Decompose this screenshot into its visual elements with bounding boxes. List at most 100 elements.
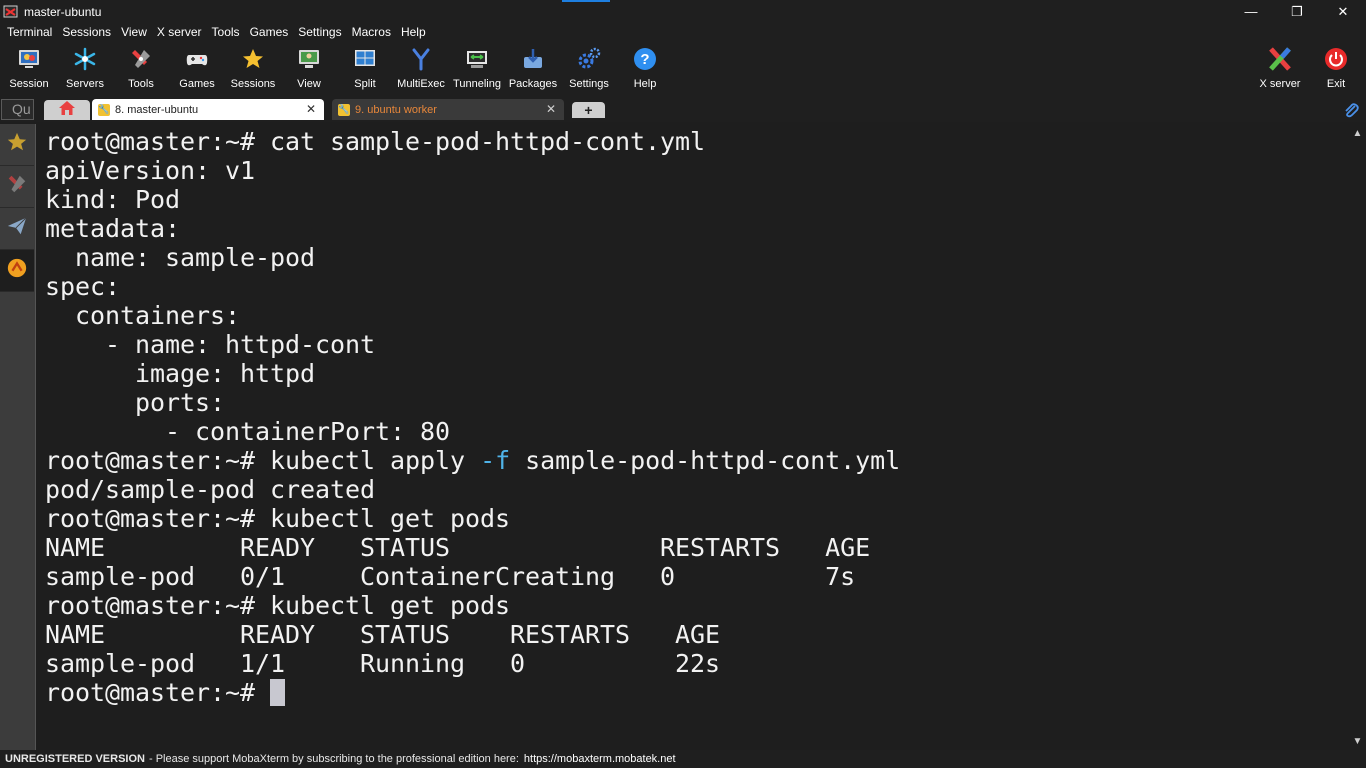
terminal-line: - name: httpd-cont xyxy=(45,330,376,359)
menu-settings[interactable]: Settings xyxy=(293,23,346,42)
terminal-line: pod/sample-pod created xyxy=(45,475,376,504)
close-tab-button[interactable]: ✕ xyxy=(546,102,556,116)
sessions-side-button[interactable] xyxy=(0,124,34,166)
xserver-label: X server xyxy=(1259,78,1301,90)
terminal-scrollbar[interactable]: ▲ ▼ xyxy=(1349,124,1366,750)
mobatek-link[interactable]: https://mobaxterm.mobatek.net xyxy=(524,753,676,765)
terminal-line: kind: Pod xyxy=(45,185,181,214)
macros-side-button[interactable] xyxy=(0,250,34,292)
terminal-line: sample-pod 0/1 ContainerCreating 0 7s xyxy=(45,562,856,591)
terminal-line: spec: xyxy=(45,272,121,301)
gear-icon xyxy=(576,46,602,72)
menu-tools[interactable]: Tools xyxy=(207,23,245,42)
scroll-up-icon[interactable]: ▲ xyxy=(1349,126,1366,140)
terminal-line: root@master:~# kubectl apply -f sample-p… xyxy=(45,446,1349,475)
terminal-line: image: httpd xyxy=(45,359,316,388)
sessions-button[interactable]: Sessions xyxy=(224,44,282,96)
multiexec-button[interactable]: MultiExec xyxy=(392,44,450,96)
title-bar: master-ubuntu — ❐ ✕ xyxy=(0,0,1366,23)
session-button[interactable]: Session xyxy=(0,44,58,96)
command-flag: -f xyxy=(480,446,511,475)
tunneling-button[interactable]: Tunneling xyxy=(448,44,506,96)
terminal-line: sample-pod 1/1 Running 0 22s xyxy=(45,649,721,678)
view-button[interactable]: View xyxy=(280,44,338,96)
status-bar: UNREGISTERED VERSION - Please support Mo… xyxy=(0,750,1366,768)
xserver-button[interactable]: X server xyxy=(1251,44,1309,96)
packages-icon xyxy=(520,46,546,72)
close-tab-button[interactable]: ✕ xyxy=(306,102,316,116)
session-icon xyxy=(16,46,42,72)
terminal-line: - containerPort: 80 xyxy=(45,417,451,446)
mobaxterm-logo-icon xyxy=(3,4,19,20)
menu-macros[interactable]: Macros xyxy=(347,23,396,42)
help-label: Help xyxy=(633,78,657,90)
menu-bar: Terminal Sessions View X server Tools Ga… xyxy=(0,23,1366,42)
terminal-line: NAME READY STATUS RESTARTS AGE xyxy=(45,620,721,649)
home-tab[interactable] xyxy=(44,100,90,120)
terminal-line: root@master:~# kubectl get pods xyxy=(45,504,511,533)
tab-label: 9. ubuntu worker xyxy=(355,103,437,116)
tab-bar: Qu 🔧 8. master-ubuntu ✕ 🔧 9. ubuntu work… xyxy=(0,98,1366,122)
tunneling-icon xyxy=(464,46,490,72)
settings-label: Settings xyxy=(569,78,609,90)
terminal-line: apiVersion: v1 xyxy=(45,156,256,185)
close-window-button[interactable]: ✕ xyxy=(1320,0,1366,23)
star-icon xyxy=(6,131,28,158)
games-label: Games xyxy=(179,78,215,90)
terminal-line: root@master:~# cat sample-pod-httpd-cont… xyxy=(45,127,706,156)
settings-button[interactable]: Settings xyxy=(560,44,618,96)
gamepad-icon xyxy=(184,46,210,72)
exit-label: Exit xyxy=(1326,78,1346,90)
maximize-button[interactable]: ❐ xyxy=(1274,0,1320,23)
tab-ubuntu-worker[interactable]: 🔧 9. ubuntu worker ✕ xyxy=(332,99,564,120)
title-accent xyxy=(562,0,610,2)
tab-label: 8. master-ubuntu xyxy=(115,103,199,116)
menu-terminal[interactable]: Terminal xyxy=(2,23,57,42)
split-label: Split xyxy=(354,78,376,90)
macro-icon xyxy=(6,257,28,284)
games-button[interactable]: Games xyxy=(168,44,226,96)
menu-sessions[interactable]: Sessions xyxy=(57,23,116,42)
send-side-button[interactable] xyxy=(0,208,34,250)
menu-view[interactable]: View xyxy=(116,23,152,42)
menu-xserver[interactable]: X server xyxy=(152,23,207,42)
wrench-icon: 🔧 xyxy=(98,103,110,116)
multiexec-label: MultiExec xyxy=(397,78,445,90)
tools-button[interactable]: Tools xyxy=(112,44,170,96)
servers-label: Servers xyxy=(66,78,104,90)
split-button[interactable]: Split xyxy=(336,44,394,96)
terminal-line: name: sample-pod xyxy=(45,243,316,272)
help-icon: ? xyxy=(632,46,658,72)
menu-games[interactable]: Games xyxy=(245,23,294,42)
view-icon xyxy=(296,46,322,72)
view-label: View xyxy=(297,78,321,90)
menu-help[interactable]: Help xyxy=(396,23,431,42)
tools-side-button[interactable] xyxy=(0,166,34,208)
star-icon xyxy=(240,46,266,72)
packages-button[interactable]: Packages xyxy=(504,44,562,96)
exit-button[interactable]: Exit xyxy=(1307,44,1365,96)
quick-connect-input[interactable]: Qu xyxy=(1,99,34,120)
terminal-output[interactable]: root@master:~# cat sample-pod-httpd-cont… xyxy=(37,124,1349,750)
tab-master-ubuntu[interactable]: 🔧 8. master-ubuntu ✕ xyxy=(92,99,324,120)
xserver-icon xyxy=(1267,46,1293,72)
servers-button[interactable]: Servers xyxy=(56,44,114,96)
prompt: root@master:~# xyxy=(45,446,271,475)
attachment-icon[interactable] xyxy=(1342,101,1360,124)
command-text: sample-pod-httpd-cont.yml xyxy=(510,446,901,475)
scroll-down-icon[interactable]: ▼ xyxy=(1349,734,1366,748)
tunneling-label: Tunneling xyxy=(453,78,501,90)
terminal-cursor xyxy=(270,679,286,706)
tools-icon xyxy=(6,173,28,200)
sessions-label: Sessions xyxy=(230,78,276,90)
multiexec-icon xyxy=(408,46,434,72)
mobaxterm-window: master-ubuntu — ❐ ✕ Terminal Sessions Vi… xyxy=(0,0,1366,768)
command-text: kubectl apply xyxy=(270,446,481,475)
minimize-button[interactable]: — xyxy=(1228,0,1274,23)
svg-text:?: ? xyxy=(640,51,649,68)
toolbar: Session Servers Tools Games Sessions Vie… xyxy=(0,42,1366,98)
terminal-line: root@master:~# xyxy=(45,678,1349,707)
new-tab-button[interactable]: + xyxy=(572,102,605,118)
support-message: - Please support MobaXterm by subscribin… xyxy=(148,753,519,765)
help-button[interactable]: ? Help xyxy=(616,44,674,96)
